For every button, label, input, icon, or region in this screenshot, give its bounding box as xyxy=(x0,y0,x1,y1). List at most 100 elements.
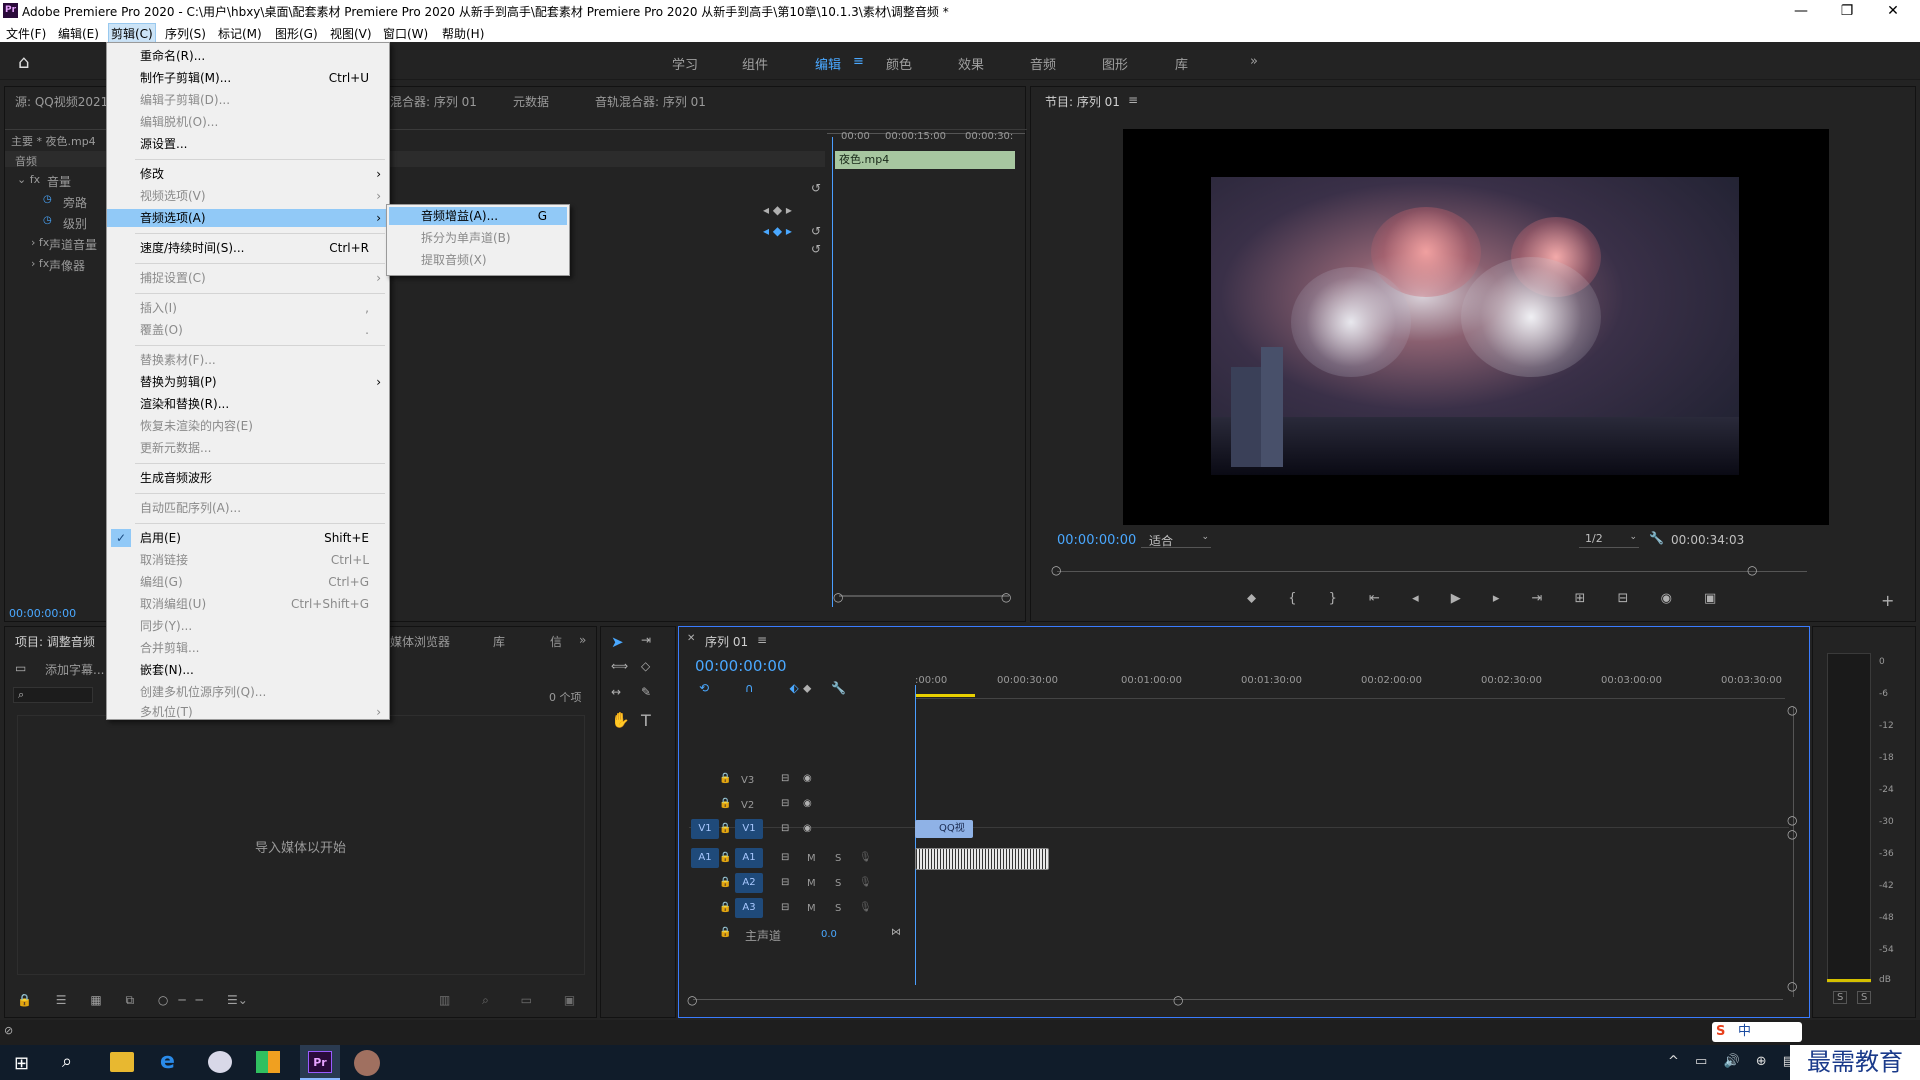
menu-marker[interactable]: 标记(M) xyxy=(218,25,262,42)
menu-clip[interactable]: 剪辑(C) xyxy=(108,23,156,44)
maximize-icon[interactable]: ❐ xyxy=(1824,0,1870,22)
menu-item-audio-options[interactable]: 音频选项(A) › xyxy=(107,209,389,227)
tab-libraries[interactable]: 库 xyxy=(493,633,505,650)
workspace-assembly[interactable]: 组件 xyxy=(742,54,768,73)
resolution-dropdown[interactable]: 1/2 ⌄ xyxy=(1579,530,1639,548)
premiere-taskbar-button[interactable]: Pr xyxy=(300,1045,340,1080)
vscroll-handle-icon[interactable]: ○ xyxy=(1787,979,1797,993)
close-tab-icon[interactable]: ✕ xyxy=(687,633,695,644)
menu-item-multicam[interactable]: 多机位(T) › xyxy=(107,703,389,721)
fx-icon[interactable]: › fx xyxy=(31,236,49,249)
wrench-icon[interactable]: 🔧 xyxy=(831,681,846,695)
menu-item-audio-gain[interactable]: 音频增益(A)... G xyxy=(389,207,567,225)
go-to-end-icon[interactable]: ⋈ xyxy=(891,927,901,938)
add-button-icon[interactable]: + xyxy=(1881,591,1894,610)
tab-audio-clip-mixer[interactable]: 混合器: 序列 01 xyxy=(390,93,477,110)
razor-tool-icon[interactable]: ◇ xyxy=(641,659,650,673)
menu-item-source-settings[interactable]: 源设置... xyxy=(107,135,389,153)
menu-item-extract-audio[interactable]: 提取音频(X) xyxy=(389,251,567,269)
hand-tool-icon[interactable]: ✋ xyxy=(611,711,630,729)
workspace-learn[interactable]: 学习 xyxy=(672,54,698,73)
tab-audio-track-mixer[interactable]: 音轨混合器: 序列 01 xyxy=(595,93,706,110)
avatar[interactable] xyxy=(354,1050,380,1076)
menu-sequence[interactable]: 序列(S) xyxy=(165,25,206,42)
vscroll-handle-icon[interactable]: ○ xyxy=(1787,813,1797,827)
sync-lock-icon[interactable]: ⊟ xyxy=(781,852,789,863)
reset-icon[interactable]: ↺ xyxy=(811,224,821,238)
slip-tool-icon[interactable]: ↔ xyxy=(611,685,621,699)
playhead[interactable] xyxy=(832,137,833,607)
source-panel-title[interactable]: 源: QQ视频2021 xyxy=(15,93,108,110)
project-toolbar-icons[interactable]: 🔒 ☰ ▦ ⧉ ○── xyxy=(17,993,213,1008)
menu-item-nest[interactable]: 嵌套(N)... xyxy=(107,661,389,679)
ime-toolbar[interactable]: S 中 xyxy=(1712,1022,1802,1042)
close-icon[interactable]: ✕ xyxy=(1870,0,1916,22)
project-panel-title[interactable]: 项目: 调整音频 xyxy=(15,633,95,650)
app-icon[interactable] xyxy=(256,1051,280,1073)
workspace-color[interactable]: 颜色 xyxy=(886,54,912,73)
lock-icon[interactable]: 🔒 xyxy=(719,773,731,784)
menu-item-synchronize[interactable]: 同步(Y)... xyxy=(107,617,389,635)
zoom-handle-icon[interactable]: ○ xyxy=(1001,590,1011,604)
vscroll-handle-icon[interactable]: ○ xyxy=(1787,827,1797,841)
search-input[interactable]: ⌕ xyxy=(13,687,93,703)
program-timecode[interactable]: 00:00:00:00 xyxy=(1057,533,1136,548)
sync-lock-icon[interactable]: ⊟ xyxy=(781,877,789,888)
audio-clip[interactable] xyxy=(915,848,1049,870)
lock-icon[interactable]: 🔒 xyxy=(719,823,731,834)
stopwatch-icon[interactable]: ◷ xyxy=(43,194,52,205)
home-icon[interactable]: ⌂ xyxy=(18,52,29,73)
minimize-icon[interactable]: — xyxy=(1778,0,1824,22)
keyframe-nav-icon[interactable]: ◂ ◆ ▸ xyxy=(763,224,792,238)
track-label-v3[interactable]: V3 xyxy=(741,775,754,786)
menu-item-generate-waveform[interactable]: 生成音频波形 xyxy=(107,469,389,487)
menu-item-restore-unrendered[interactable]: 恢复未渲染的内容(E) xyxy=(107,417,389,435)
menu-item-edit-offline[interactable]: 编辑脱机(O)... xyxy=(107,113,389,131)
workspace-graphics[interactable]: 图形 xyxy=(1102,54,1128,73)
workspace-menu-icon[interactable]: ≡ xyxy=(853,54,864,69)
menu-item-capture-settings[interactable]: 捕捉设置(C) › xyxy=(107,269,389,287)
menu-item-automate-sequence[interactable]: 自动匹配序列(A)... xyxy=(107,499,389,517)
lock-icon[interactable]: 🔒 xyxy=(719,852,731,863)
fx-icon[interactable]: › fx xyxy=(31,257,49,270)
menu-item-render-replace[interactable]: 渲染和替换(R)... xyxy=(107,395,389,413)
pen-tool-icon[interactable]: ✎ xyxy=(641,685,651,699)
solo-button[interactable]: S xyxy=(835,878,841,889)
scroll-handle-icon[interactable]: ○ xyxy=(1747,563,1757,577)
solo-button[interactable]: S xyxy=(835,853,841,864)
menu-item-replace-footage[interactable]: 替换素材(F)... xyxy=(107,351,389,369)
eye-icon[interactable]: ◉ xyxy=(803,773,812,784)
master-volume-value[interactable]: 0.0 xyxy=(821,929,837,940)
menu-item-group[interactable]: 编组(G) Ctrl+G xyxy=(107,573,389,591)
source-timecode[interactable]: 00:00:00:00 xyxy=(9,607,76,620)
menu-window[interactable]: 窗口(W) xyxy=(383,25,428,42)
workspace-audio[interactable]: 音频 xyxy=(1030,54,1056,73)
program-panel-title[interactable]: 节目: 序列 01 xyxy=(1045,93,1120,110)
video-clip[interactable]: QQ视 xyxy=(915,820,973,838)
tab-media-browser[interactable]: 媒体浏览器 xyxy=(390,633,450,650)
selection-tool-icon[interactable]: ➤ xyxy=(611,633,624,651)
stopwatch-icon[interactable]: ◷ xyxy=(43,215,52,226)
file-explorer-icon[interactable] xyxy=(110,1052,134,1072)
menu-item-merge-clips[interactable]: 合并剪辑... xyxy=(107,639,389,657)
mic-icon[interactable]: 🎙 xyxy=(859,852,872,863)
track-label-a2[interactable]: A2 xyxy=(735,873,763,893)
transport-controls-icon[interactable]: ⬥ { } ⇤ ◂ ▶ ▸ ⇥ ⊞ ⊟ ◉ ▣ xyxy=(1247,591,1730,606)
menu-item-modify[interactable]: 修改 › xyxy=(107,165,389,183)
panel-more-icon[interactable]: » xyxy=(579,633,586,647)
menu-item-video-options[interactable]: 视频选项(V) › xyxy=(107,187,389,205)
workspace-effects[interactable]: 效果 xyxy=(958,54,984,73)
panel-menu-icon[interactable]: ≡ xyxy=(757,633,767,647)
eye-icon[interactable]: ◉ xyxy=(803,823,812,834)
source-patch-a1[interactable]: A1 xyxy=(691,848,719,868)
menu-item-unlink[interactable]: 取消链接 Ctrl+L xyxy=(107,551,389,569)
reset-icon[interactable]: ↺ xyxy=(811,242,821,256)
timeline-ruler[interactable]: :00:00 00:00:30:00 00:01:00:00 00:01:30:… xyxy=(915,675,1785,699)
zoom-handle-icon[interactable]: ○ xyxy=(833,590,843,604)
fx-icon[interactable]: ⌄ fx xyxy=(17,173,40,186)
menu-graphics[interactable]: 图形(G) xyxy=(275,25,318,42)
lock-icon[interactable]: 🔒 xyxy=(719,927,731,938)
workspace-more-icon[interactable]: » xyxy=(1250,54,1258,69)
marker-icon[interactable]: ⬥ xyxy=(803,681,811,696)
menu-item-update-metadata[interactable]: 更新元数据... xyxy=(107,439,389,457)
